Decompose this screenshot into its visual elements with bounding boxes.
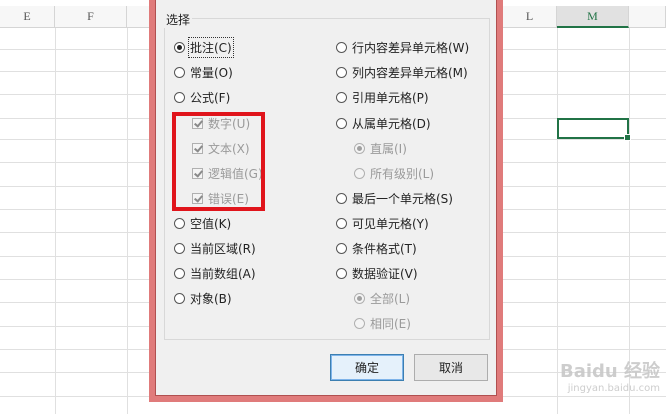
radio-icon[interactable] xyxy=(174,66,185,78)
option-label: 列内容差异单元格(M) xyxy=(352,65,468,80)
radio-icon[interactable] xyxy=(354,292,365,304)
option-label: 相同(E) xyxy=(370,316,411,331)
option-label: 最后一个单元格(S) xyxy=(352,191,453,206)
option-validation-all[interactable]: 全部(L) xyxy=(354,289,410,307)
radio-icon[interactable] xyxy=(336,217,347,229)
grid-line xyxy=(55,28,56,414)
column-header-n[interactable] xyxy=(629,6,666,28)
radio-icon[interactable] xyxy=(336,66,347,78)
radio-icon[interactable] xyxy=(174,217,185,229)
option-visible-cells[interactable]: 可见单元格(Y) xyxy=(336,214,429,232)
fill-handle[interactable] xyxy=(624,134,631,141)
option-label: 常量(O) xyxy=(190,65,233,80)
radio-icon[interactable] xyxy=(336,91,347,103)
option-label: 行内容差异单元格(W) xyxy=(352,40,470,55)
radio-icon[interactable] xyxy=(174,242,185,254)
active-cell[interactable] xyxy=(557,118,631,141)
radio-icon[interactable] xyxy=(336,192,347,204)
radio-icon[interactable] xyxy=(336,267,347,279)
option-direct-only[interactable]: 直属(I) xyxy=(354,139,407,157)
column-header-g[interactable] xyxy=(127,6,151,28)
option-constants[interactable]: 常量(O) xyxy=(174,63,233,81)
option-column-differences[interactable]: 列内容差异单元格(M) xyxy=(336,63,468,81)
option-current-region[interactable]: 当前区域(R) xyxy=(174,239,256,257)
cancel-button[interactable]: 取消 xyxy=(414,354,488,381)
radio-icon[interactable] xyxy=(174,292,185,304)
radio-icon[interactable] xyxy=(174,91,185,103)
option-label: 从属单元格(D) xyxy=(352,116,431,131)
option-comments[interactable]: 批注(C) xyxy=(174,36,234,58)
column-header-label: M xyxy=(587,8,598,23)
column-header-e[interactable]: E xyxy=(0,6,55,28)
option-label: 当前区域(R) xyxy=(190,241,256,256)
watermark: Baidu 经验 jingyan.baidu.com xyxy=(560,357,660,394)
option-label: 直属(I) xyxy=(370,141,407,156)
option-data-validation[interactable]: 数据验证(V) xyxy=(336,264,418,282)
grid-line xyxy=(127,28,128,414)
option-label: 对象(B) xyxy=(190,291,232,306)
column-header-label: F xyxy=(87,9,94,23)
option-label: 所有级别(L) xyxy=(370,166,435,181)
option-blanks[interactable]: 空值(K) xyxy=(174,214,231,232)
radio-icon[interactable] xyxy=(174,267,185,279)
group-title: 选择 xyxy=(164,11,193,28)
watermark-text: Baidu 经验 xyxy=(559,361,660,382)
option-label: 批注(C) xyxy=(188,36,234,58)
annotation-highlight-box xyxy=(172,112,265,211)
radio-icon[interactable] xyxy=(174,41,185,53)
option-label: 数据验证(V) xyxy=(352,266,418,281)
column-header-label: E xyxy=(23,9,31,23)
column-header-m[interactable]: M xyxy=(557,6,629,28)
option-label: 当前数组(A) xyxy=(190,266,256,281)
radio-icon[interactable] xyxy=(336,242,347,254)
radio-icon[interactable] xyxy=(354,317,365,329)
option-formulas[interactable]: 公式(F) xyxy=(174,88,230,106)
option-validation-same[interactable]: 相同(E) xyxy=(354,314,411,332)
option-row-differences[interactable]: 行内容差异单元格(W) xyxy=(336,38,469,56)
option-objects[interactable]: 对象(B) xyxy=(174,289,232,307)
column-header-f[interactable]: F xyxy=(55,6,127,28)
column-header-l[interactable]: L xyxy=(503,6,557,28)
option-precedents[interactable]: 引用单元格(P) xyxy=(336,88,429,106)
option-all-levels[interactable]: 所有级别(L) xyxy=(354,164,434,182)
radio-icon[interactable] xyxy=(354,167,365,179)
ok-button[interactable]: 确定 xyxy=(330,354,404,381)
option-current-array[interactable]: 当前数组(A) xyxy=(174,264,256,282)
option-dependents[interactable]: 从属单元格(D) xyxy=(336,114,431,132)
grid-line xyxy=(557,28,558,414)
option-label: 公式(F) xyxy=(190,90,231,105)
option-conditional-formats[interactable]: 条件格式(T) xyxy=(336,239,417,257)
option-label: 空值(K) xyxy=(190,216,232,231)
radio-icon[interactable] xyxy=(354,142,365,154)
column-header-label: L xyxy=(525,9,534,23)
radio-icon[interactable] xyxy=(336,117,347,129)
watermark-url: jingyan.baidu.com xyxy=(567,383,660,394)
option-label: 可见单元格(Y) xyxy=(352,216,429,231)
radio-icon[interactable] xyxy=(336,41,347,53)
option-label: 引用单元格(P) xyxy=(352,90,429,105)
option-label: 条件格式(T) xyxy=(352,241,417,256)
option-label: 全部(L) xyxy=(370,291,411,306)
option-last-cell[interactable]: 最后一个单元格(S) xyxy=(336,189,453,207)
